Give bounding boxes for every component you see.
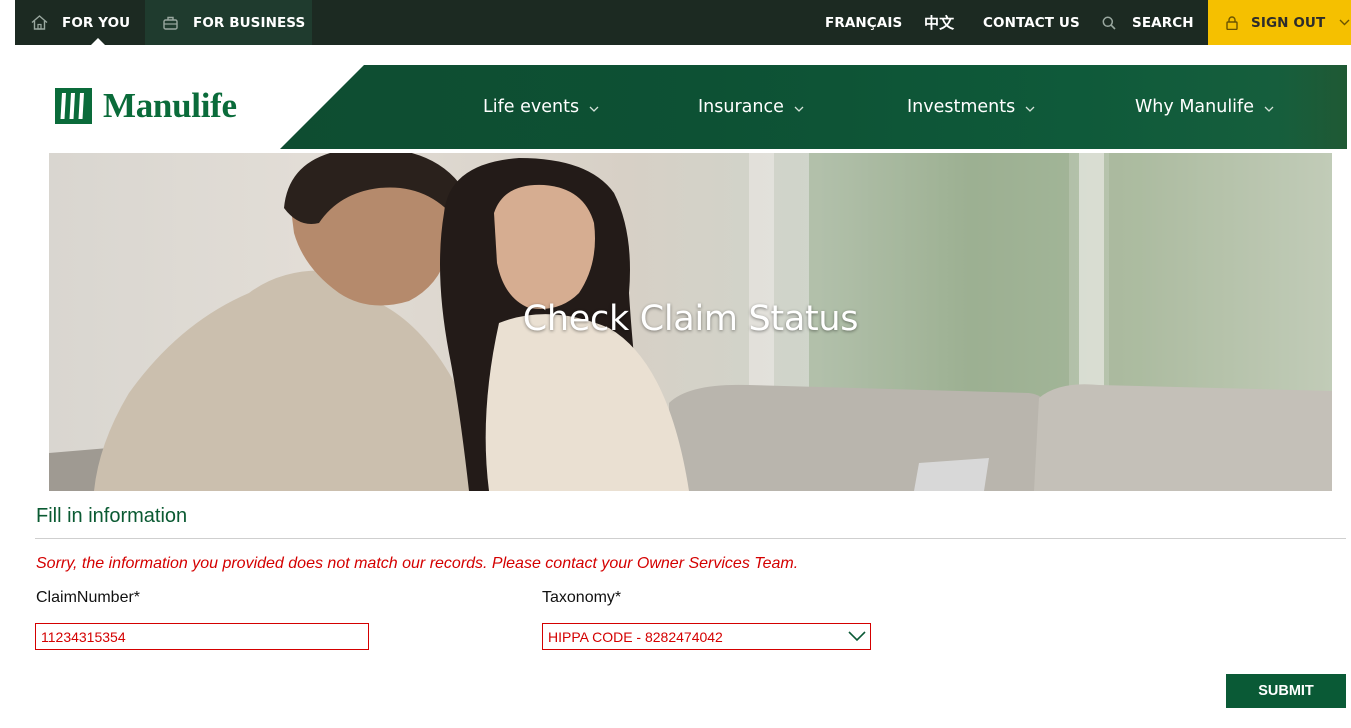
chevron-down-icon <box>1264 97 1274 117</box>
chevron-down-icon <box>848 629 866 647</box>
chevron-down-icon <box>1339 19 1350 26</box>
manulife-logo[interactable]: Manulife <box>55 86 237 126</box>
nav-investments[interactable]: Investments <box>907 65 1035 149</box>
french-link[interactable]: FRANÇAIS <box>825 0 902 45</box>
top-utility-bar: FOR YOU FOR BUSINESS FRANÇAIS 中文 CONTACT… <box>15 0 1351 45</box>
nav-investments-label: Investments <box>907 97 1016 117</box>
taxonomy-select[interactable]: HIPPA CODE - 8282474042 <box>542 623 871 650</box>
nav-why-manulife-label: Why Manulife <box>1135 97 1254 117</box>
manulife-logo-mark <box>55 88 92 124</box>
nav-life-events-label: Life events <box>483 97 580 117</box>
for-you-label: FOR YOU <box>62 14 131 31</box>
sign-out-label: SIGN OUT <box>1251 14 1326 31</box>
chevron-down-icon <box>794 97 804 117</box>
for-business-tab[interactable]: FOR BUSINESS <box>145 0 312 45</box>
lock-icon <box>1226 15 1238 30</box>
sign-out-button[interactable]: SIGN OUT <box>1208 0 1351 45</box>
search-button[interactable]: SEARCH <box>1102 0 1194 45</box>
chevron-down-icon <box>589 97 599 117</box>
submit-button[interactable]: SUBMIT <box>1226 674 1346 708</box>
for-business-label: FOR BUSINESS <box>193 14 306 31</box>
search-label: SEARCH <box>1132 14 1194 31</box>
main-nav: Life events Insurance Investments Why Ma… <box>280 65 1347 149</box>
nav-life-events[interactable]: Life events <box>483 65 599 149</box>
chinese-link[interactable]: 中文 <box>924 0 954 45</box>
nav-why-manulife[interactable]: Why Manulife <box>1135 65 1274 149</box>
briefcase-icon <box>163 16 178 30</box>
section-divider <box>35 538 1346 539</box>
section-title: Fill in information <box>36 505 188 527</box>
error-message: Sorry, the information you provided does… <box>36 555 799 572</box>
nav-insurance-label: Insurance <box>698 97 784 117</box>
page-title: Check Claim Status <box>522 299 859 339</box>
taxonomy-label: Taxonomy* <box>542 589 622 606</box>
claim-number-input[interactable] <box>35 623 369 650</box>
brand-name: Manulife <box>103 86 237 125</box>
nav-insurance[interactable]: Insurance <box>698 65 804 149</box>
contact-us-link[interactable]: CONTACT US <box>983 0 1080 45</box>
chevron-down-icon <box>1025 97 1035 117</box>
claim-number-label: ClaimNumber* <box>36 589 141 606</box>
search-icon <box>1102 16 1116 30</box>
taxonomy-selected-value: HIPPA CODE - 8282474042 <box>548 629 723 645</box>
home-icon <box>31 15 48 30</box>
for-you-tab[interactable]: FOR YOU <box>15 0 145 45</box>
hero-banner: Check Claim Status <box>49 153 1332 491</box>
